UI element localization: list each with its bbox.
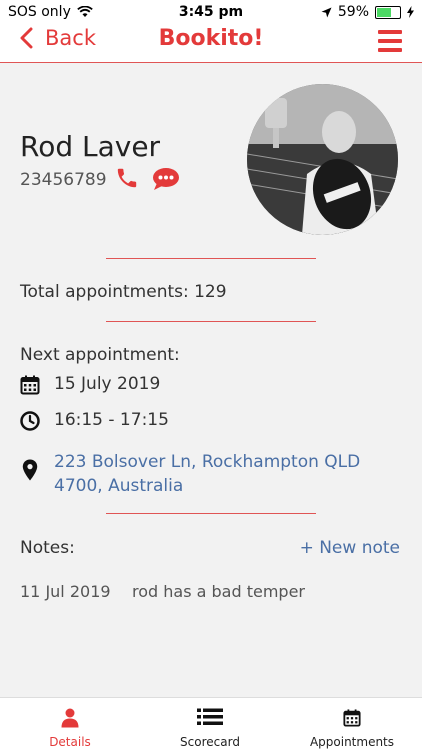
status-bar: SOS only 3:45 pm 59%: [0, 0, 422, 24]
tab-scorecard-label: Scorecard: [180, 735, 240, 749]
location-arrow-icon: [321, 7, 332, 17]
appointment-address-link[interactable]: 223 Bolsover Ln, Rockhampton QLD 4700, A…: [54, 450, 360, 498]
appointment-time: 16:15 - 17:15: [54, 410, 169, 430]
tab-scorecard[interactable]: Scorecard: [140, 698, 280, 751]
avatar-photo: [247, 84, 398, 235]
next-appointment-label: Next appointment:: [20, 345, 180, 365]
tab-bar: Details Scorecard Appointments: [0, 697, 422, 751]
total-appointments: Total appointments: 129: [20, 282, 227, 302]
notes-label: Notes:: [20, 538, 75, 558]
divider-1: [106, 258, 316, 259]
client-avatar: [247, 84, 398, 235]
tab-details[interactable]: Details: [0, 698, 140, 751]
address-line-2: 4700, Australia: [54, 476, 184, 496]
client-name: Rod Laver: [20, 130, 161, 163]
divider-2: [106, 321, 316, 322]
status-right: 59%: [321, 4, 414, 20]
appointment-date: 15 July 2019: [54, 374, 161, 394]
brand-logo: Bookito!: [158, 26, 264, 51]
list-icon: [197, 708, 223, 725]
address-line-1: 223 Bolsover Ln, Rockhampton QLD: [54, 452, 361, 472]
chevron-left-icon: [20, 27, 33, 49]
battery-percent: 59%: [337, 4, 369, 20]
back-button[interactable]: Back: [20, 26, 96, 50]
new-note-button[interactable]: + New note: [300, 538, 400, 558]
client-phone: 23456789: [20, 170, 107, 190]
battery-fill: [377, 7, 392, 17]
note-text: rod has a bad temper: [132, 582, 305, 601]
person-icon: [61, 708, 79, 728]
note-date: 11 Jul 2019: [20, 582, 111, 601]
nav-bar: Back Bookito!: [0, 24, 422, 63]
tab-appointments-label: Appointments: [309, 735, 395, 749]
calendar-icon: [343, 709, 361, 727]
clock-icon: [20, 411, 40, 431]
charging-icon: [407, 6, 414, 18]
message-icon[interactable]: [152, 167, 180, 191]
location-pin-icon: [22, 459, 38, 481]
back-label: Back: [45, 26, 96, 50]
hamburger-menu-icon[interactable]: [378, 30, 402, 57]
phone-icon[interactable]: [115, 166, 139, 190]
calendar-icon: [20, 375, 40, 395]
tab-appointments[interactable]: Appointments: [282, 698, 422, 751]
divider-3: [106, 513, 316, 514]
tab-details-label: Details: [49, 735, 91, 749]
battery-icon: [375, 5, 401, 19]
